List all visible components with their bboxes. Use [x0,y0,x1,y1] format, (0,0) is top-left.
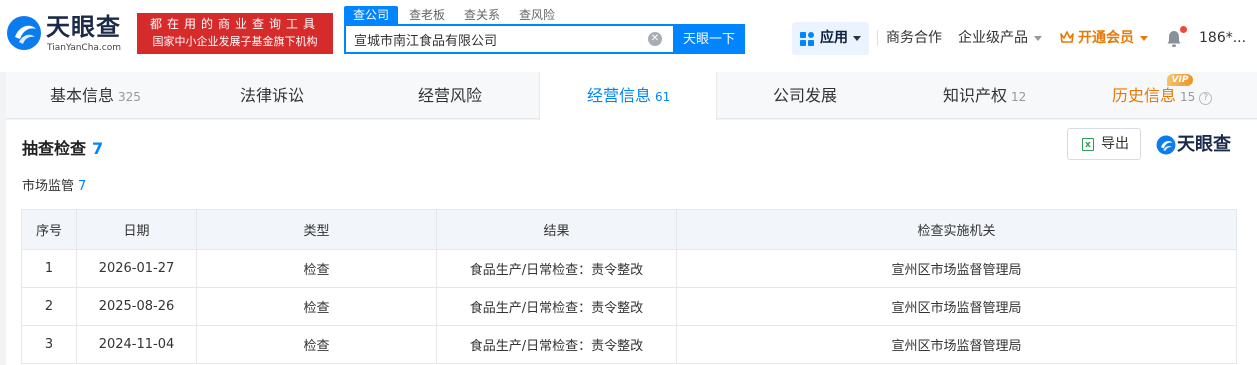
search-input[interactable] [346,26,642,52]
table-row: 1 2026-01-27 检查 食品生产/日常检查：责令整改 宣州区市场监督管理… [21,249,1237,288]
tab-label: 经营信息 [587,86,652,105]
sub-section-count: 7 [78,179,87,194]
bell-icon[interactable] [1166,30,1182,48]
vip-badge: VIP [1167,74,1193,86]
export-button[interactable]: 导出 [1067,128,1141,160]
tab-label: 知识产权 [943,86,1008,105]
brand-name: 天眼查 [1177,134,1231,155]
user-menu[interactable]: 186*... [1199,22,1246,55]
search-box: ✕ [344,24,673,54]
tab-basic-info[interactable]: 基本信息 325 [6,72,184,119]
crown-icon [1060,31,1074,43]
column-header-index: 序号 [21,209,77,250]
cell-type: 检查 [196,287,437,326]
cell-index: 3 [21,325,77,364]
table-row: 2 2025-08-26 检查 食品生产/日常检查：责令整改 宣州区市场监督管理… [21,287,1237,326]
table-header-row: 序号 日期 类型 结果 检查实施机关 [21,209,1237,250]
cell-authority: 宣州区市场监督管理局 [676,287,1237,326]
section-title: 抽查检查 7 [22,135,103,159]
cell-authority: 宣州区市场监督管理局 [676,325,1237,364]
tab-legal[interactable]: 法律诉讼 [184,72,362,119]
tab-intellectual-property[interactable]: 知识产权 12 [895,72,1073,119]
tab-count: 15 [1180,90,1196,104]
cell-result: 食品生产/日常检查：责令整改 [436,287,677,326]
clear-icon[interactable]: ✕ [648,32,662,46]
search-tab-relation[interactable]: 查关系 [464,6,500,24]
tab-count: 12 [1011,90,1027,104]
column-header-type: 类型 [196,209,437,250]
sub-section-title: 市场监管 7 [22,175,86,194]
search-button[interactable]: 天眼一下 [673,24,745,54]
section-title-text: 抽查检查 [22,139,87,158]
cell-type: 检查 [196,249,437,288]
nav-enterprise-products[interactable]: 企业级产品 [958,22,1042,55]
tab-business-risk[interactable]: 经营风险 [362,72,540,119]
tab-count: 325 [118,90,141,104]
logo-name: 天眼查 [46,13,121,41]
nav-divider [877,30,878,46]
cell-authority: 宣州区市场监督管理局 [676,249,1237,288]
help-icon[interactable]: ? [1199,92,1213,105]
cell-type: 检查 [196,325,437,364]
chevron-down-icon [853,36,861,41]
top-header: 天眼查 TianYanCha.com 都在用的商业查询工具 国家中小企业发展子基… [0,0,1257,72]
tab-label: 法律诉讼 [240,86,305,105]
sub-title-text: 市场监管 [22,179,75,194]
tab-label: 基本信息 [50,86,115,105]
cell-date: 2026-01-27 [76,249,197,288]
logo-domain: TianYanCha.com [47,43,122,53]
slogan-line-2: 国家中小企业发展子基金旗下机构 [152,35,318,48]
tab-count: 61 [655,90,671,104]
tab-history-info[interactable]: 历史信息 15? [1073,72,1257,119]
slogan-banner[interactable]: 都在用的商业查询工具 国家中小企业发展子基金旗下机构 [137,13,333,54]
nav-business-cooperation[interactable]: 商务合作 [886,22,942,55]
column-header-date: 日期 [76,209,197,250]
nav-enterprise-products-label: 企业级产品 [958,30,1028,46]
search-tab-company[interactable]: 查公司 [344,6,399,24]
tab-label: 公司发展 [773,86,838,105]
column-header-authority: 检查实施机关 [676,209,1237,250]
notification-dot [1180,26,1187,33]
apps-label: 应用 [820,30,848,46]
tab-label: 经营风险 [418,86,483,105]
cell-index: 1 [21,249,77,288]
tab-business-info[interactable]: 经营信息 61 [539,72,717,120]
section-tabbar: 基本信息 325 法律诉讼 经营风险 经营信息 61 公司发展 知识产权 12 历史信… [6,72,1257,120]
tab-label: 历史信息 [1112,86,1177,105]
tab-company-development[interactable]: 公司发展 [717,72,895,119]
brand-watermark: 天眼查 [1156,133,1238,157]
tianyancha-logo-icon [1156,135,1176,155]
chevron-down-icon [1140,35,1148,41]
excel-icon [1082,130,1094,160]
search-tab-risk[interactable]: 查风险 [519,6,555,24]
chevron-down-icon [1034,35,1042,41]
cell-date: 2025-08-26 [76,287,197,326]
search-tab-boss[interactable]: 查老板 [409,6,445,24]
slogan-line-1: 都在用的商业查询工具 [149,17,320,31]
tianyancha-logo-icon [7,16,41,50]
cell-date: 2024-11-04 [76,325,197,364]
spot-check-table: 序号 日期 类型 结果 检查实施机关 1 2026-01-27 检查 食品生产/… [21,209,1237,364]
column-header-result: 结果 [436,209,677,250]
apps-grid-icon [800,32,814,46]
table-row: 3 2024-11-04 检查 食品生产/日常检查：责令整改 宣州区市场监督管理… [21,325,1237,364]
tianyancha-logo[interactable]: 天眼查 TianYanCha.com [6,13,132,55]
cell-index: 2 [21,287,77,326]
open-vip-link[interactable]: 开通会员 [1060,22,1148,55]
cell-result: 食品生产/日常检查：责令整改 [436,249,677,288]
cell-result: 食品生产/日常检查：责令整改 [436,325,677,364]
spot-check-panel: 抽查检查7 导出 天眼查 市场监管7 序号 日期 类型 结果 检查实施机关 [6,120,1257,365]
export-label: 导出 [1101,136,1129,152]
apps-menu-button[interactable]: 应用 [792,22,869,55]
open-vip-label: 开通会员 [1078,30,1134,46]
section-count: 7 [92,139,104,158]
